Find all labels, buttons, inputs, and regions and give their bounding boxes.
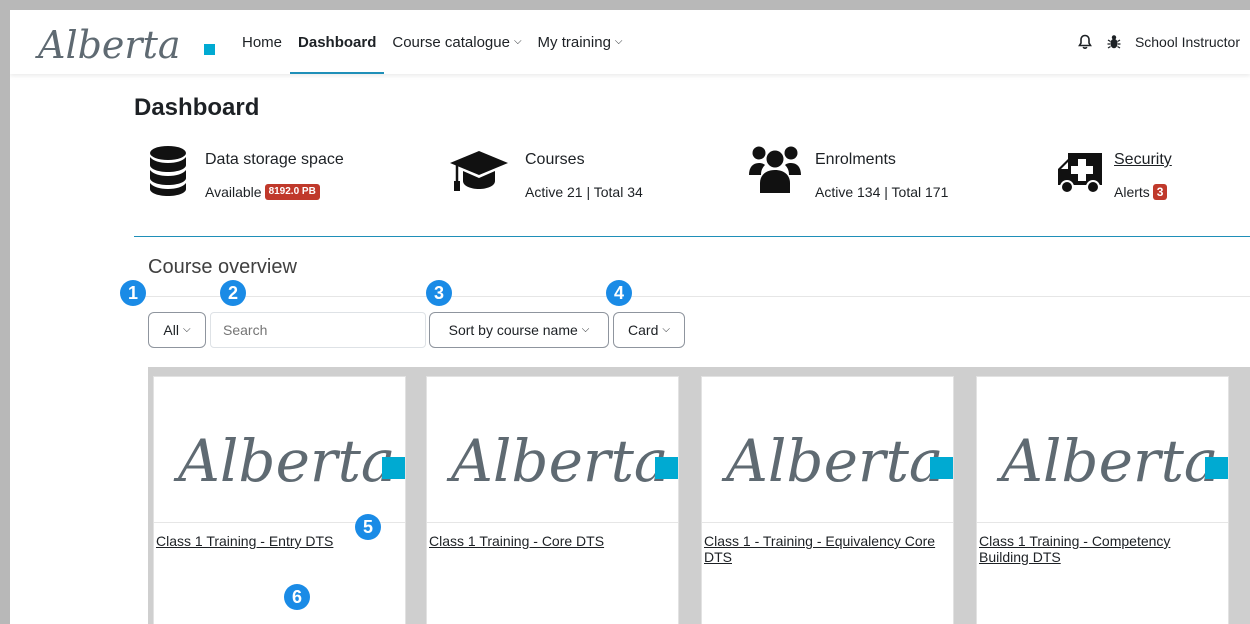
callout-marker-5: 5 bbox=[355, 514, 381, 540]
window-frame-left bbox=[0, 10, 10, 624]
course-overview-title: Course overview bbox=[148, 256, 297, 278]
alberta-logo[interactable]: Alberta bbox=[28, 20, 228, 68]
course-name-link[interactable]: Class 1 Training - Core DTS bbox=[429, 533, 669, 549]
user-name[interactable]: School Instructor bbox=[1135, 34, 1240, 50]
course-image: Alberta bbox=[427, 427, 678, 523]
chevron-down-icon: ⌵ bbox=[182, 323, 191, 335]
user-area: School Instructor bbox=[1077, 10, 1240, 74]
stat-security-sub-text: Alerts bbox=[1114, 184, 1150, 200]
course-image: Alberta bbox=[702, 427, 953, 523]
sort-dropdown[interactable]: Sort by course name ⌵ bbox=[429, 312, 609, 348]
course-card[interactable]: Alberta Class 1 Training - Competency Bu… bbox=[976, 376, 1229, 624]
stat-courses-sub: Active 21 | Total 34 bbox=[525, 184, 643, 200]
primary-navigation: Home Dashboard Course catalogue ⌵ My trai… bbox=[240, 10, 637, 74]
callout-marker-4: 4 bbox=[606, 280, 632, 306]
bell-icon[interactable] bbox=[1077, 34, 1093, 50]
callout-marker-3: 3 bbox=[426, 280, 452, 306]
ambulance-icon bbox=[1058, 153, 1102, 194]
security-link[interactable]: Security bbox=[1114, 151, 1172, 169]
stat-enrolments-label: Enrolments bbox=[815, 151, 896, 168]
sort-dropdown-label: Sort by course name bbox=[448, 322, 578, 338]
course-name-link[interactable]: Class 1 - Training - Equivalency Core DT… bbox=[704, 533, 944, 565]
chevron-down-icon: ⌵ bbox=[513, 35, 522, 47]
filter-dropdown[interactable]: All ⌵ bbox=[148, 312, 206, 348]
database-icon bbox=[150, 146, 186, 196]
course-name-link[interactable]: Class 1 Training - Competency Building D… bbox=[979, 533, 1219, 565]
page: Alberta Home Dashboard Course catalogue ⌵… bbox=[10, 10, 1250, 624]
nav-my-training[interactable]: My training ⌵ bbox=[536, 10, 631, 74]
search-input[interactable] bbox=[210, 312, 426, 348]
course-image: Alberta bbox=[154, 427, 405, 523]
stat-storage-label: Data storage space bbox=[205, 151, 344, 168]
course-card[interactable]: Alberta Class 1 - Training - Equivalency… bbox=[701, 376, 954, 624]
users-icon bbox=[749, 146, 801, 193]
nav-dashboard-label: Dashboard bbox=[298, 33, 377, 51]
window-frame-top bbox=[0, 0, 1250, 10]
page-title: Dashboard bbox=[134, 94, 260, 121]
nav-dashboard[interactable]: Dashboard bbox=[289, 10, 385, 74]
stat-enrolments-sub: Active 134 | Total 171 bbox=[815, 184, 949, 200]
svg-text:Alberta: Alberta bbox=[446, 427, 669, 495]
nav-course-catalogue-label: Course catalogue bbox=[392, 33, 510, 51]
stat-security-sub: Alerts 3 bbox=[1114, 184, 1168, 200]
svg-text:Alberta: Alberta bbox=[173, 427, 396, 495]
callout-marker-1: 1 bbox=[120, 280, 146, 306]
bug-icon[interactable] bbox=[1107, 34, 1121, 50]
nav-my-training-label: My training bbox=[537, 33, 611, 51]
nav-home[interactable]: Home bbox=[240, 10, 290, 74]
callout-marker-2: 2 bbox=[220, 280, 246, 306]
stat-storage-sub-text: Available bbox=[205, 184, 262, 200]
header-divider bbox=[134, 236, 1250, 237]
chevron-down-icon: ⌵ bbox=[614, 35, 623, 47]
top-navbar: Alberta Home Dashboard Course catalogue ⌵… bbox=[10, 10, 1250, 74]
chevron-down-icon: ⌵ bbox=[662, 323, 670, 335]
view-dropdown[interactable]: Card ⌵ bbox=[613, 312, 685, 348]
stat-courses-label: Courses bbox=[525, 151, 585, 168]
svg-text:Alberta: Alberta bbox=[35, 23, 181, 67]
course-card[interactable]: Alberta Class 1 Training - Entry DTS bbox=[153, 376, 406, 624]
view-dropdown-label: Card bbox=[628, 322, 659, 338]
svg-text:Alberta: Alberta bbox=[996, 427, 1219, 495]
graduation-cap-icon bbox=[450, 151, 508, 191]
alerts-badge: 3 bbox=[1152, 184, 1168, 200]
overview-divider bbox=[134, 296, 1250, 297]
nav-home-label: Home bbox=[242, 33, 283, 51]
stat-storage-sub: Available 8192.0 PB bbox=[205, 184, 320, 200]
chevron-down-icon: ⌵ bbox=[581, 323, 590, 335]
svg-text:Alberta: Alberta bbox=[721, 427, 944, 495]
callout-marker-6: 6 bbox=[284, 584, 310, 610]
nav-course-catalogue[interactable]: Course catalogue ⌵ bbox=[390, 10, 529, 74]
filter-dropdown-label: All bbox=[163, 322, 179, 338]
course-card[interactable]: Alberta Class 1 Training - Core DTS bbox=[426, 376, 679, 624]
storage-badge: 8192.0 PB bbox=[264, 184, 320, 200]
course-image: Alberta bbox=[977, 427, 1228, 523]
